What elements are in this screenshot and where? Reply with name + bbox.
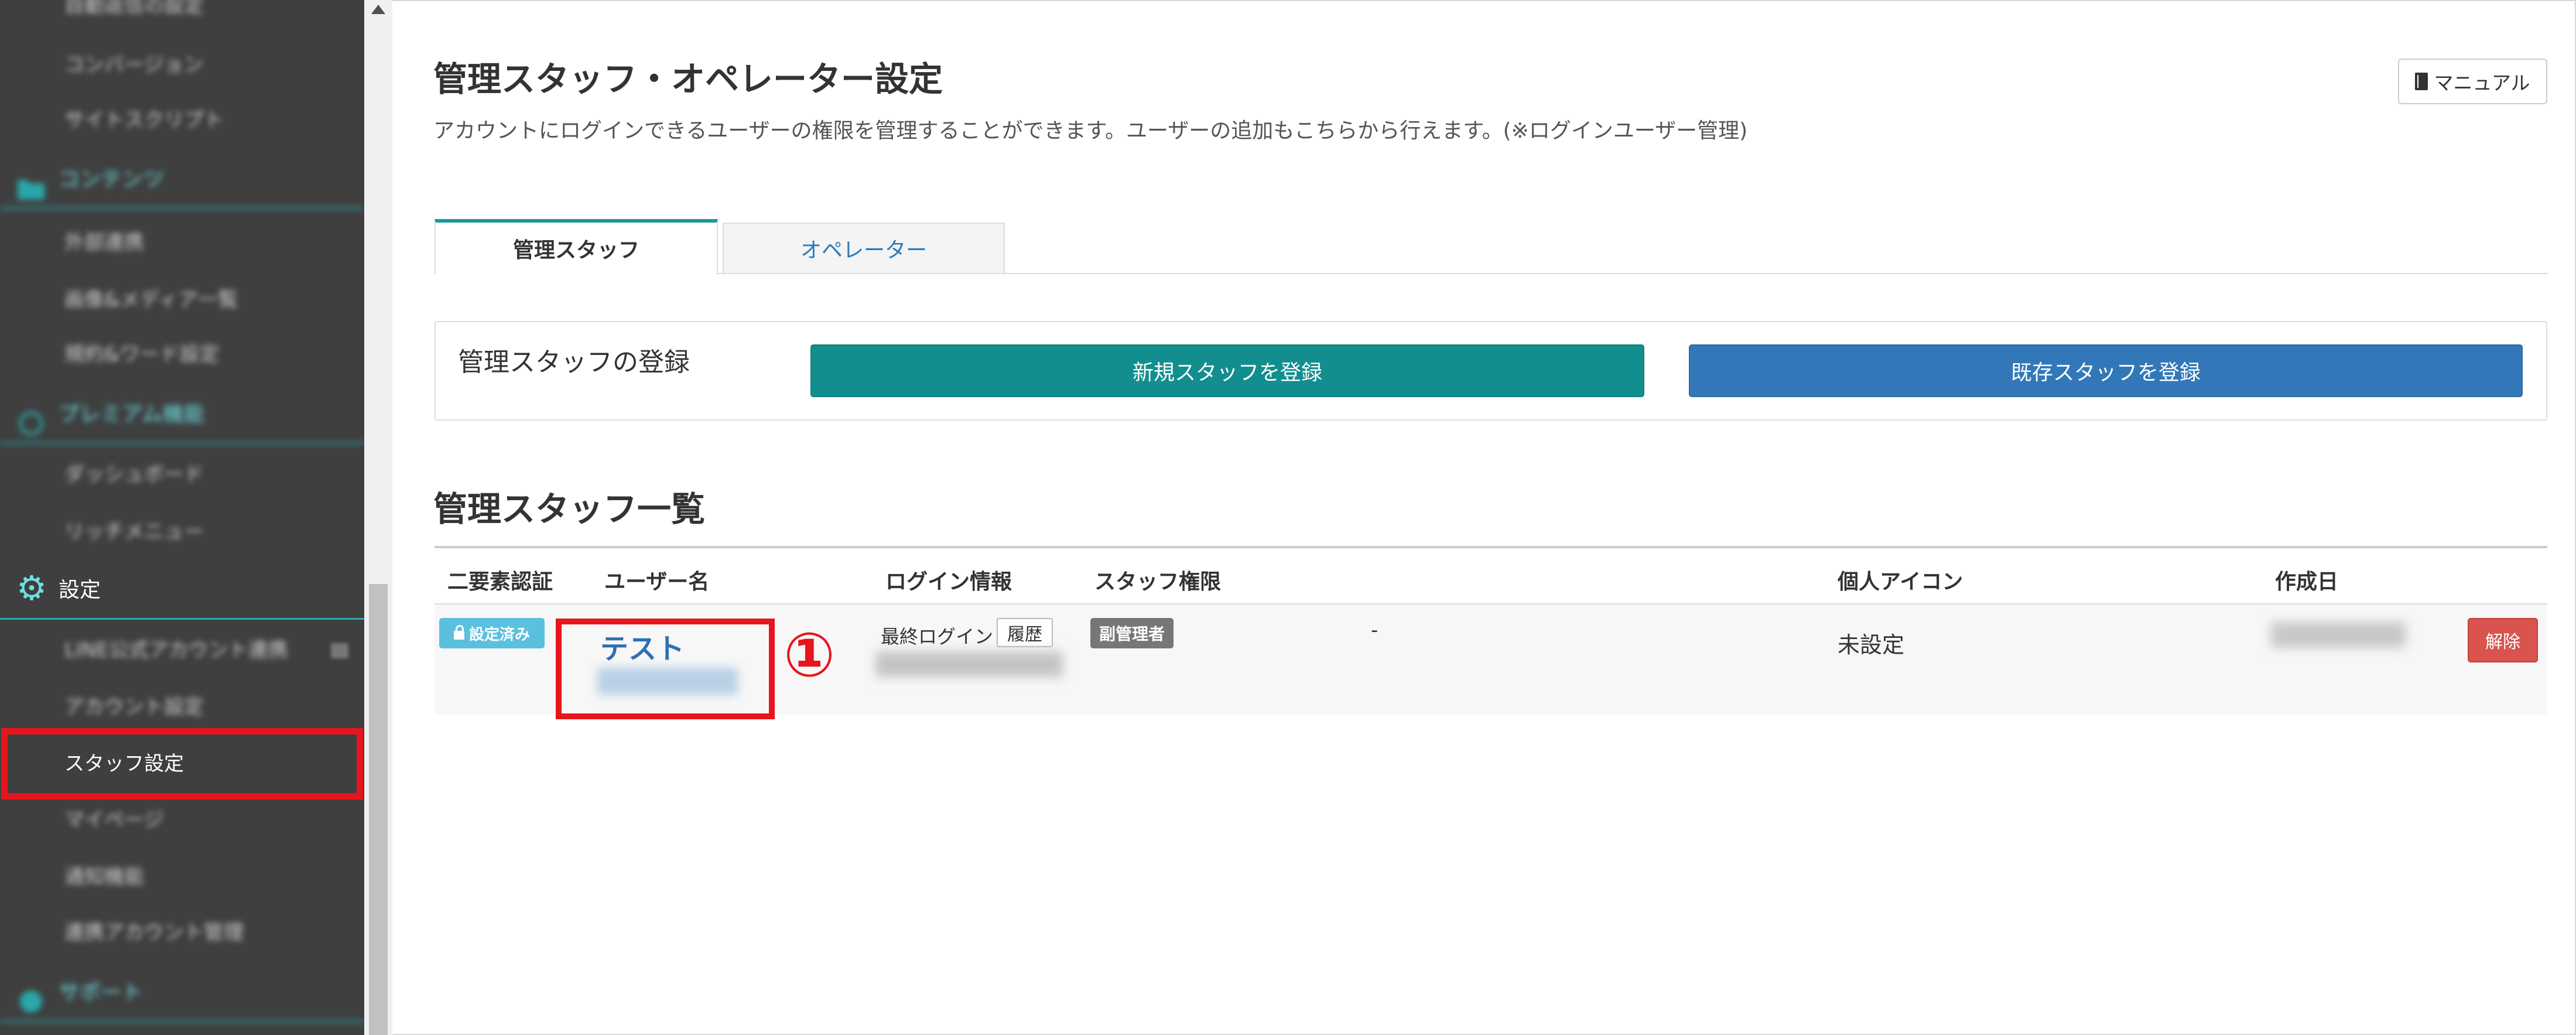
sidebar-item-external[interactable]: 外部連携 xyxy=(0,213,364,272)
manual-button-label: マニュアル xyxy=(2434,72,2530,94)
sidebar-item-line-account[interactable]: LINE公式アカウント連携 xyxy=(0,621,364,679)
sidebar-item-dashboard[interactable]: ダッシュボード xyxy=(0,445,364,504)
main-frame-border xyxy=(392,0,2576,1035)
sidebar-item-mypage[interactable]: マイページ xyxy=(0,791,364,849)
sidebar-item-account-settings[interactable]: アカウント設定 xyxy=(0,678,364,736)
sidebar-item-conversion[interactable]: コンバージョン xyxy=(0,36,364,94)
sidebar-item-rich-menu[interactable]: リッチメニュー xyxy=(0,503,364,561)
manual-button[interactable]: マニュアル xyxy=(2398,59,2547,104)
register-existing-staff-button[interactable]: 既存スタッフを登録 xyxy=(1689,344,2523,397)
sidebar-section-content[interactable]: コンテンツ xyxy=(0,151,364,209)
login-history-button[interactable]: 履歴 xyxy=(997,618,1053,647)
premium-icon xyxy=(16,401,46,436)
register-new-staff-button[interactable]: 新規スタッフを登録 xyxy=(810,344,1644,397)
sidebar-item-site-script[interactable]: サイトスクリプト xyxy=(0,91,364,149)
sidebar-count-badge xyxy=(331,643,348,658)
sidebar-item-media[interactable]: 画像&メディア一覧 xyxy=(0,271,364,329)
column-header-username: ユーザー名 xyxy=(604,570,710,594)
scroll-up-arrow-icon[interactable] xyxy=(371,5,385,14)
sidebar-section-settings[interactable]: ⚙ 設定 xyxy=(0,561,364,620)
personal-icon-status: 未設定 xyxy=(1838,632,1905,658)
role-extra-value: - xyxy=(1371,619,1378,642)
sidebar-item-notifications[interactable]: 通知機能 xyxy=(0,848,364,906)
tab-admin-staff[interactable]: 管理スタッフ xyxy=(435,219,718,274)
staff-list-title: 管理スタッフ一覧 xyxy=(433,489,706,529)
staff-role-badge: 副管理者 xyxy=(1090,618,1174,648)
sidebar-section-premium[interactable]: プレミアム機能 xyxy=(0,385,364,444)
sidebar-section-label: プレミアム機能 xyxy=(59,402,205,426)
column-header-personal-icon: 個人アイコン xyxy=(1838,570,1963,594)
registration-label: 管理スタッフの登録 xyxy=(458,347,690,377)
sidebar-section-label: サポート xyxy=(59,981,143,1005)
sidebar-scrollbar[interactable] xyxy=(364,0,392,1035)
last-login-redacted xyxy=(875,651,1063,677)
sidebar-section-label: 設定 xyxy=(59,578,101,602)
folder-icon xyxy=(16,166,46,200)
tab-operator[interactable]: オペレーター xyxy=(723,223,1005,274)
gear-icon: ⚙ xyxy=(16,568,47,608)
staff-settings-highlight-box xyxy=(1,728,363,800)
sidebar-item-terms[interactable]: 規約&ワード設定 xyxy=(0,325,364,384)
main-content: 管理スタッフ・オペレーター設定 アカウントにログインできるユーザーの権限を管理す… xyxy=(392,0,2576,1035)
column-header-login-info: ログイン情報 xyxy=(885,570,1012,594)
support-icon xyxy=(16,979,46,1013)
column-header-mfa: 二要素認証 xyxy=(447,570,553,594)
mfa-status-badge: 設定済み xyxy=(439,618,545,648)
remove-staff-button[interactable]: 解除 xyxy=(2468,618,2538,662)
book-icon xyxy=(2415,73,2428,90)
sidebar-section-label: コンテンツ xyxy=(59,168,165,192)
scroll-thumb[interactable] xyxy=(369,584,388,1035)
table-header: 二要素認証 ユーザー名 ログイン情報 スタッフ権限 個人アイコン 作成日 xyxy=(435,546,2547,604)
username-highlight-box xyxy=(556,619,775,719)
sidebar-item-linked-accounts[interactable]: 連携アカウント管理 xyxy=(0,903,364,962)
page-title: 管理スタッフ・オペレーター設定 xyxy=(433,59,943,99)
column-header-staff-role: スタッフ権限 xyxy=(1094,570,1222,594)
mfa-status-label: 設定済み xyxy=(468,626,530,644)
page-description: アカウントにログインできるユーザーの権限を管理することができます。ユーザーの追加… xyxy=(433,119,1748,143)
last-login-label: 最終ログイン xyxy=(881,626,994,648)
lock-icon xyxy=(453,624,464,640)
sidebar: 自動返信の設定 コンバージョン サイトスクリプト コンテンツ 外部連携 画像&メ… xyxy=(0,0,364,1035)
created-date-redacted xyxy=(2271,622,2406,648)
step-marker-1: ① xyxy=(784,619,836,691)
column-header-created-date: 作成日 xyxy=(2275,570,2339,594)
sidebar-item-auto-reply[interactable]: 自動返信の設定 xyxy=(0,0,364,35)
sidebar-section-support[interactable]: サポート xyxy=(0,964,364,1022)
